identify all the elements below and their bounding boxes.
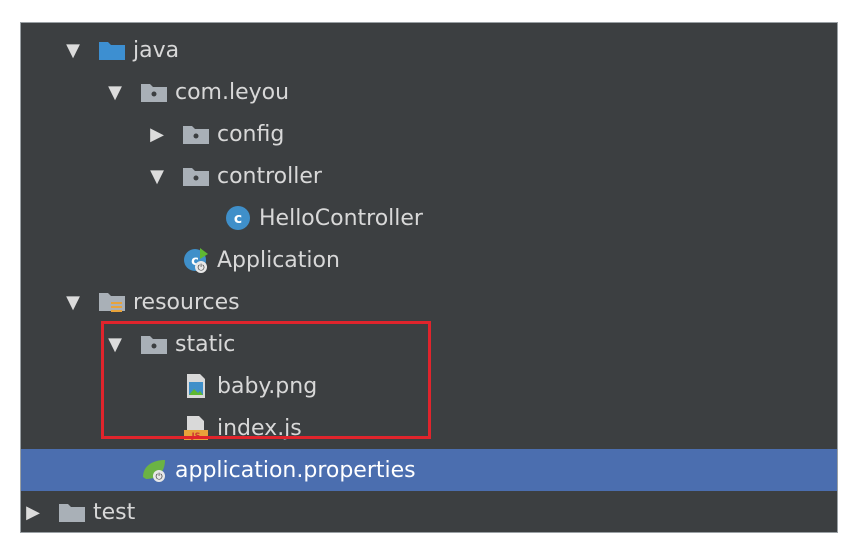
expanded-arrow-icon[interactable]: ▼ — [103, 80, 127, 104]
package-folder-icon — [181, 120, 211, 148]
tree-item-com-leyou[interactable]: ▼ com.leyou — [21, 71, 837, 113]
js-file-icon: JS — [181, 414, 211, 442]
expanded-arrow-icon[interactable]: ▼ — [103, 332, 127, 356]
svg-text:JS: JS — [191, 432, 201, 441]
tree-item-label: config — [217, 121, 285, 147]
tree-item-baby-png[interactable]: baby.png — [21, 365, 837, 407]
tree-item-label: com.leyou — [175, 79, 290, 105]
tree-item-label: baby.png — [217, 373, 318, 399]
tree-item-index-js[interactable]: JS index.js — [21, 407, 837, 449]
tree-item-label: static — [175, 331, 236, 357]
svg-text:⏻: ⏻ — [197, 263, 204, 274]
resources-folder-icon — [97, 288, 127, 316]
package-folder-icon — [181, 162, 211, 190]
tree-item-label: Application — [217, 247, 340, 273]
tree-item-label: resources — [133, 289, 240, 315]
java-source-folder-icon — [97, 36, 127, 64]
tree-item-label: test — [93, 499, 136, 525]
tree-item-java[interactable]: ▼ java — [21, 29, 837, 71]
folder-icon — [139, 330, 169, 358]
svg-text:c: c — [234, 211, 242, 227]
tree-item-test[interactable]: ▶ test — [21, 491, 837, 532]
tree-item-label: java — [133, 37, 180, 63]
tree-item-label: application.properties — [175, 457, 416, 483]
tree-item-label: controller — [217, 163, 322, 189]
image-file-icon — [181, 372, 211, 400]
project-tree-panel: ▼ java ▼ com.leyou ▶ config ▼ controller… — [20, 22, 838, 533]
expanded-arrow-icon[interactable]: ▼ — [61, 38, 85, 62]
collapsed-arrow-icon[interactable]: ▶ — [145, 122, 169, 146]
tree-item-static[interactable]: ▼ static — [21, 323, 837, 365]
collapsed-arrow-icon[interactable]: ▶ — [21, 500, 45, 524]
tree-item-label: HelloController — [259, 205, 423, 231]
tree-item-application-properties[interactable]: ⏻ application.properties — [21, 449, 837, 491]
spring-boot-class-icon: c ⏻ — [181, 246, 211, 274]
java-class-icon: c — [223, 204, 253, 232]
package-folder-icon — [139, 78, 169, 106]
tree-item-controller[interactable]: ▼ controller — [21, 155, 837, 197]
folder-icon — [57, 498, 87, 526]
tree-item-hellocontroller[interactable]: c HelloController — [21, 197, 837, 239]
tree-item-label: index.js — [217, 415, 302, 441]
spring-properties-icon: ⏻ — [139, 456, 169, 484]
expanded-arrow-icon[interactable]: ▼ — [61, 290, 85, 314]
tree-item-application[interactable]: c ⏻ Application — [21, 239, 837, 281]
tree-item-config[interactable]: ▶ config — [21, 113, 837, 155]
svg-text:⏻: ⏻ — [155, 472, 162, 483]
expanded-arrow-icon[interactable]: ▼ — [145, 164, 169, 188]
tree-item-resources[interactable]: ▼ resources — [21, 281, 837, 323]
